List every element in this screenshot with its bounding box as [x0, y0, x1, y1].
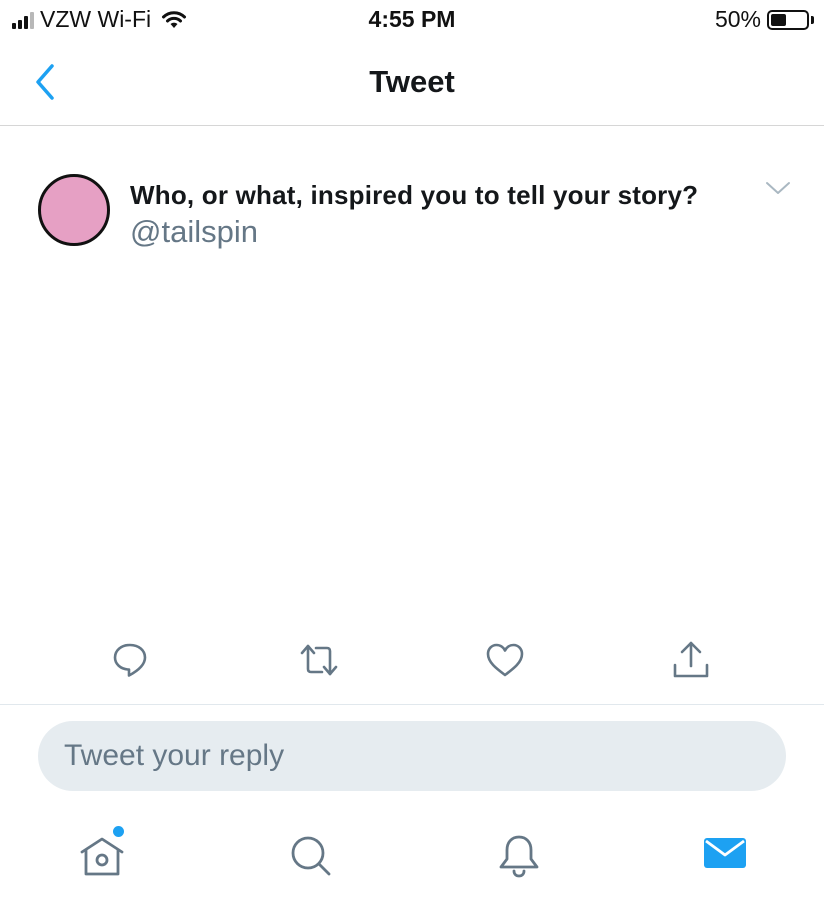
tweet-handle[interactable]: @tailspin: [130, 214, 258, 250]
reply-button[interactable]: [108, 638, 152, 682]
reply-placeholder: Tweet your reply: [64, 739, 285, 772]
home-icon: [80, 837, 124, 876]
share-icon: [673, 641, 709, 678]
search-icon: [291, 836, 331, 876]
heart-icon: [486, 643, 524, 677]
avatar[interactable]: [38, 174, 110, 246]
tab-messages[interactable]: [699, 830, 751, 882]
retweet-icon: [300, 644, 338, 676]
share-button[interactable]: [669, 638, 713, 682]
tab-notifications[interactable]: [493, 830, 545, 882]
tweet-menu-button[interactable]: [764, 178, 792, 198]
battery-fill: [771, 13, 786, 26]
reply-input[interactable]: Tweet your reply: [38, 721, 786, 791]
nav-bar: Tweet: [0, 36, 824, 126]
battery-percent: 50%: [714, 6, 761, 32]
tweet: Who, or what, inspired you to tell your …: [0, 126, 824, 706]
status-bar: VZW Wi-Fi 4:55 PM 50%: [0, 0, 824, 36]
battery-icon: [767, 9, 809, 30]
tab-search[interactable]: [285, 830, 337, 882]
tweet-text: Who, or what, inspired you to tell your …: [130, 180, 699, 210]
status-right: 50%: [715, 6, 814, 33]
tweet-actions: [0, 638, 824, 686]
status-time: 4:55 PM: [368, 6, 456, 32]
retweet-button[interactable]: [297, 638, 341, 682]
bell-icon: [499, 835, 539, 878]
battery-tip: [811, 15, 814, 24]
chevron-down-icon: [766, 182, 790, 194]
divider: [0, 704, 824, 705]
mail-icon: [704, 838, 746, 868]
home-notification-dot: [113, 826, 124, 837]
tab-bar: [0, 818, 824, 898]
tab-home[interactable]: [76, 830, 128, 882]
page-title: Tweet: [369, 64, 455, 99]
comment-icon: [113, 643, 147, 677]
like-button[interactable]: [483, 638, 527, 682]
